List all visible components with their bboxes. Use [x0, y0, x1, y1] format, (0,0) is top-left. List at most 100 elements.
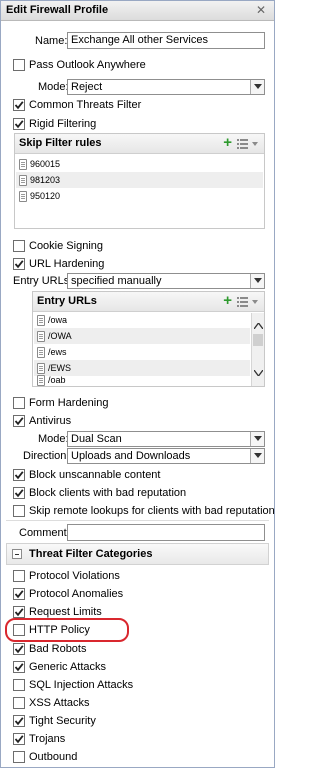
skip-remote-lookups-label: Skip remote lookups for clients with bad…: [29, 505, 275, 517]
scrollbar-thumb[interactable]: [253, 334, 263, 346]
list-item[interactable]: /OWA: [34, 328, 250, 344]
name-input[interactable]: Exchange All other Services: [67, 32, 265, 49]
common-threats-filter-checkbox[interactable]: Common Threats Filter: [13, 97, 141, 113]
category-generic-attacks-checkbox[interactable]: Generic Attacks: [13, 659, 106, 675]
title-bar[interactable]: Edit Firewall Profile ✕: [1, 1, 274, 21]
av-mode-select-value: Dual Scan: [71, 433, 122, 445]
block-unscannable-checkbox[interactable]: Block unscannable content: [13, 467, 160, 483]
skip-remote-lookups-checkbox[interactable]: Skip remote lookups for clients with bad…: [13, 503, 275, 519]
checkbox-box[interactable]: [13, 469, 25, 481]
rigid-filtering-checkbox[interactable]: Rigid Filtering: [13, 116, 96, 132]
document-icon: [37, 362, 45, 374]
list-item[interactable]: /oab: [34, 374, 250, 386]
close-icon[interactable]: ✕: [254, 3, 268, 17]
category-xss-attacks-checkbox[interactable]: XSS Attacks: [13, 695, 90, 711]
scroll-up-icon[interactable]: [254, 323, 263, 329]
av-mode-select[interactable]: Dual Scan: [67, 431, 265, 447]
document-icon: [37, 314, 45, 326]
checkbox-box[interactable]: [13, 415, 25, 427]
list-item[interactable]: 981203: [16, 172, 263, 188]
checkbox-box[interactable]: [13, 240, 25, 252]
category-trojans-checkbox[interactable]: Trojans: [13, 731, 65, 747]
checkbox-box[interactable]: [13, 118, 25, 130]
checkbox-box[interactable]: [13, 588, 25, 600]
chevron-down-icon[interactable]: [250, 432, 264, 446]
list-item[interactable]: 950120: [16, 188, 263, 204]
comment-input[interactable]: [67, 524, 265, 541]
checkbox-box[interactable]: [13, 397, 25, 409]
category-bad-robots-checkbox[interactable]: Bad Robots: [13, 641, 86, 657]
add-icon[interactable]: +: [223, 293, 232, 309]
list-item[interactable]: /ews: [34, 344, 250, 360]
checkbox-box[interactable]: [13, 606, 25, 618]
category-protocol-anomalies-checkbox[interactable]: Protocol Anomalies: [13, 586, 123, 602]
category-outbound-checkbox[interactable]: Outbound: [13, 749, 77, 765]
checkbox-box[interactable]: [13, 661, 25, 673]
list-item-label: 981203: [30, 175, 61, 185]
checkbox-box[interactable]: [13, 679, 25, 691]
add-icon[interactable]: +: [223, 135, 232, 151]
category-tight-security-checkbox[interactable]: Tight Security: [13, 713, 96, 729]
cookie-signing-checkbox[interactable]: Cookie Signing: [13, 238, 103, 254]
collapse-icon[interactable]: [12, 549, 22, 559]
checkbox-box[interactable]: [13, 715, 25, 727]
checkbox-box[interactable]: [13, 643, 25, 655]
form-hardening-checkbox[interactable]: Form Hardening: [13, 395, 108, 411]
category-protocol-violations-checkbox[interactable]: Protocol Violations: [13, 568, 120, 584]
document-icon: [19, 174, 27, 186]
comment-label: Comment:: [19, 527, 70, 539]
scroll-down-icon[interactable]: [254, 370, 263, 376]
checkbox-box[interactable]: [13, 258, 25, 270]
checkmark-icon: [14, 590, 24, 599]
skip-filter-rules-panel: Skip Filter rules + 960015 981203 950120: [14, 133, 265, 229]
mode-select-value: Reject: [71, 81, 103, 93]
pass-outlook-anywhere-label: Pass Outlook Anywhere: [29, 59, 146, 71]
direction-select-value: Uploads and Downloads: [71, 450, 191, 462]
direction-select[interactable]: Uploads and Downloads: [67, 448, 265, 464]
checkbox-box[interactable]: [13, 751, 25, 763]
entry-urls-select[interactable]: specified manually: [67, 273, 265, 289]
list-item-label: /oab: [48, 375, 66, 385]
entry-urls-scrollbar[interactable]: [251, 313, 264, 386]
block-unscannable-label: Block unscannable content: [29, 469, 161, 481]
mode-select[interactable]: Reject: [67, 79, 265, 95]
document-icon: [37, 346, 45, 358]
list-item[interactable]: 960015: [16, 156, 263, 172]
list-item[interactable]: /owa: [34, 312, 250, 328]
list-item-label: 960015: [30, 159, 61, 169]
checkbox-box[interactable]: [13, 570, 25, 582]
category-sql-injection-checkbox[interactable]: SQL Injection Attacks: [13, 677, 133, 693]
chevron-down-icon[interactable]: [250, 449, 264, 463]
cookie-signing-label: Cookie Signing: [29, 240, 103, 252]
checkmark-icon: [14, 417, 24, 426]
form-hardening-label: Form Hardening: [29, 397, 109, 409]
checkbox-box[interactable]: [13, 59, 25, 71]
checkmark-icon: [14, 663, 24, 672]
direction-label: Direction:: [23, 450, 70, 462]
block-bad-reputation-label: Block clients with bad reputation: [29, 487, 187, 499]
list-menu-icon[interactable]: [237, 138, 259, 150]
url-hardening-checkbox[interactable]: URL Hardening: [13, 256, 104, 272]
antivirus-checkbox[interactable]: Antivirus: [13, 413, 71, 429]
chevron-down-icon[interactable]: [250, 80, 264, 94]
mode-label: Mode:: [38, 81, 69, 93]
list-menu-icon[interactable]: [237, 296, 259, 308]
category-label: SQL Injection Attacks: [29, 679, 134, 691]
block-bad-reputation-checkbox[interactable]: Block clients with bad reputation: [13, 485, 186, 501]
checkbox-box[interactable]: [13, 733, 25, 745]
checkbox-box[interactable]: [13, 505, 25, 517]
document-icon: [19, 190, 27, 202]
highlight-annotation: [5, 618, 129, 642]
entry-urls-panel: Entry URLs + /owa /OWA /ews /EWS /oab: [32, 291, 265, 387]
divider: [6, 520, 269, 521]
checkbox-box[interactable]: [13, 697, 25, 709]
category-label: Request Limits: [29, 606, 102, 618]
chevron-down-icon[interactable]: [250, 274, 264, 288]
pass-outlook-anywhere-checkbox[interactable]: Pass Outlook Anywhere: [13, 57, 146, 73]
entry-urls-header: Entry URLs +: [33, 292, 264, 312]
threat-filter-categories-header[interactable]: Threat Filter Categories: [6, 543, 269, 565]
entry-urls-select-value: specified manually: [71, 275, 162, 287]
category-label: Protocol Anomalies: [29, 588, 124, 600]
checkbox-box[interactable]: [13, 99, 25, 111]
checkbox-box[interactable]: [13, 487, 25, 499]
